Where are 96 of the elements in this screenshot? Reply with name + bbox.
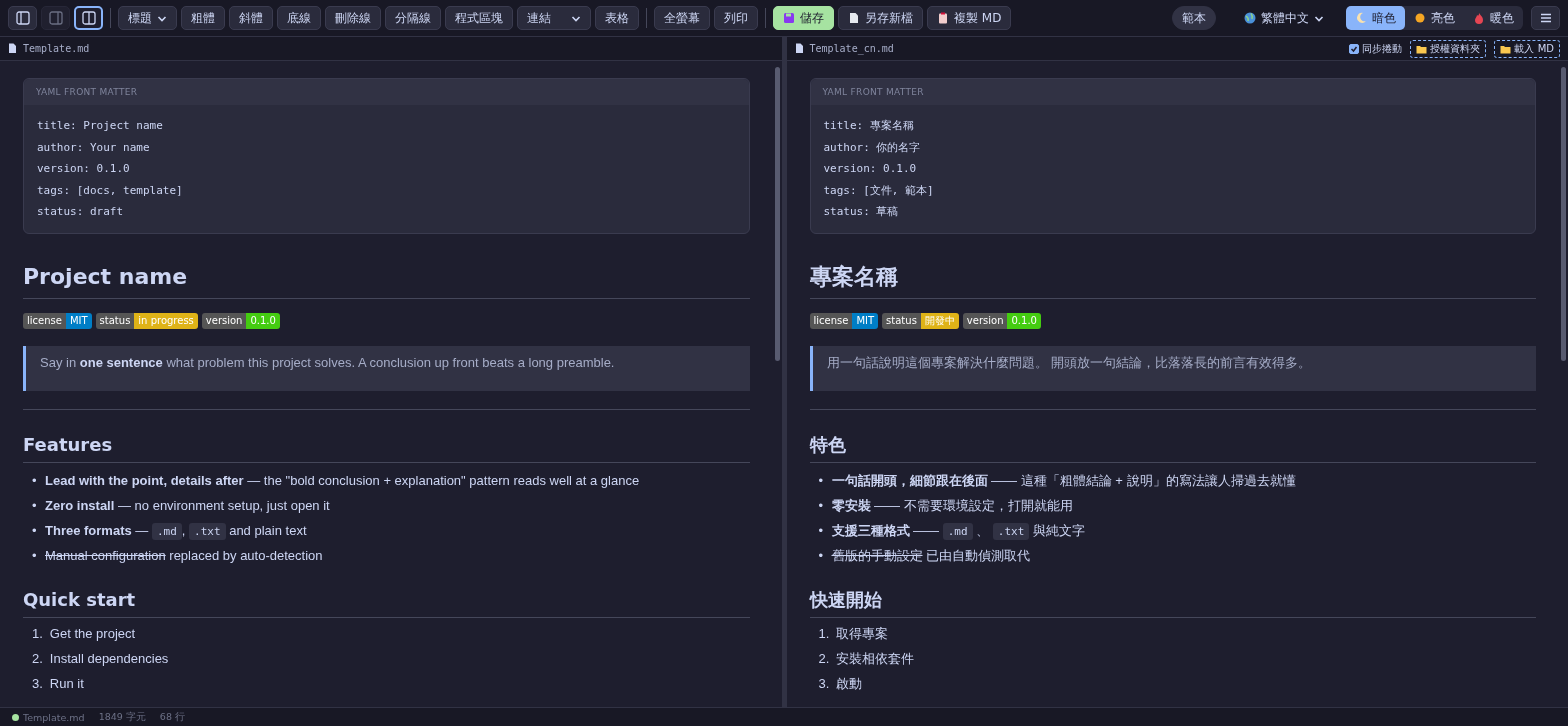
- page-heading: Project name: [23, 261, 750, 299]
- copy-button[interactable]: 複製 MD: [927, 6, 1012, 30]
- yaml-line: title: Project name: [37, 118, 164, 134]
- section-heading: 快速開始: [809, 586, 1536, 618]
- list-item: Lead with the point, details after — the "bold conclusion + explanation" pattern reads well at a glance: [45, 471, 640, 490]
- dropdown[interactable]: 連結: [517, 6, 591, 30]
- folder-button[interactable]: 授權資料夾: [1410, 39, 1487, 58]
- toolbar-button[interactable]: 粗體: [181, 6, 225, 30]
- list-marker: 3.: [32, 674, 43, 693]
- layout-button[interactable]: [74, 6, 103, 30]
- panel-layout-icon: [48, 11, 63, 25]
- yaml-line: tags: [docs, template]: [37, 182, 184, 199]
- list-marker: 3.: [818, 674, 830, 693]
- toolbar-button[interactable]: 表格: [595, 6, 639, 30]
- split-layout-icon: [81, 11, 96, 25]
- save-button[interactable]: 儲存: [773, 6, 834, 30]
- document-icon: [8, 43, 17, 54]
- list-marker: •: [32, 496, 38, 515]
- file-button[interactable]: 另存新檔: [838, 6, 923, 30]
- folder-icon: [1416, 43, 1428, 54]
- template-button[interactable]: 範本: [1172, 6, 1216, 30]
- flame-icon: [1473, 12, 1485, 24]
- yaml-line: status: draft: [37, 204, 125, 221]
- folder-button[interactable]: 載入 MD: [1494, 39, 1560, 58]
- yaml-line: status: 草稿: [823, 204, 900, 221]
- list-item: 零安裝 —— 不需要環境設定，打開就能用: [831, 496, 1073, 515]
- page-heading: 專案名稱: [809, 261, 1536, 299]
- list-marker: 1.: [32, 624, 43, 643]
- yaml-line: author: Your name: [37, 139, 151, 156]
- scrollbar-thumb[interactable]: [1561, 67, 1566, 361]
- dropdown[interactable]: 標題: [118, 6, 177, 30]
- menu-button[interactable]: [1531, 6, 1560, 30]
- yaml-line: title: 專案名稱: [823, 118, 915, 134]
- list-marker: •: [818, 546, 825, 565]
- list-item: Get the project: [49, 624, 136, 643]
- clipboard-icon: [937, 12, 949, 24]
- character-count: 1849 字元: [98, 710, 146, 724]
- file-name: Template.md: [23, 43, 90, 54]
- list-item: 舊版的手動設定 已由自動偵測取代: [831, 546, 1031, 565]
- section-heading: Quick start: [23, 586, 750, 618]
- list-marker: •: [32, 546, 38, 565]
- list-item: 啟動: [836, 674, 863, 693]
- list-item: Install dependencies: [49, 649, 169, 668]
- globe-icon: [1244, 12, 1256, 24]
- list-marker: •: [818, 521, 825, 540]
- toolbar-button[interactable]: 分隔線: [385, 6, 441, 30]
- sync-scroll-checkbox[interactable]: 同步捲動: [1349, 41, 1403, 56]
- blockquote: Say in one sentence what problem this project solves. A conclusion up front beats a long preamble.: [23, 345, 750, 391]
- list-item: 安裝相依套件: [836, 649, 915, 668]
- toolbar-button[interactable]: 列印: [714, 6, 758, 30]
- theme-tab[interactable]: 亮色: [1405, 6, 1464, 30]
- list-marker: •: [818, 496, 825, 515]
- status-dot-icon: [12, 713, 19, 721]
- theme-tab[interactable]: 暖色: [1464, 6, 1523, 30]
- sun-icon: [1414, 12, 1426, 24]
- language-dropdown[interactable]: 繁體中文: [1234, 6, 1334, 30]
- list-item: 支援三種格式 —— .md 、 .txt 與純文字: [831, 521, 1085, 540]
- list-marker: •: [32, 471, 38, 490]
- document-icon: [794, 43, 804, 54]
- theme-tab[interactable]: 暗色: [1346, 6, 1405, 30]
- checkmark-icon: [1350, 44, 1359, 53]
- list-item: Run it: [49, 674, 84, 693]
- toolbar-button[interactable]: 刪除線: [325, 6, 381, 30]
- line-count: 68 行: [159, 710, 185, 724]
- menu-icon: [1539, 13, 1552, 23]
- yaml-line: tags: [文件, 範本]: [823, 182, 935, 199]
- list-item: Manual configuration replaced by auto-detection: [45, 546, 323, 565]
- toolbar-button[interactable]: 全螢幕: [654, 6, 710, 30]
- layout-button[interactable]: [8, 6, 37, 30]
- toolbar-button[interactable]: 底線: [277, 6, 321, 30]
- list-marker: •: [818, 471, 825, 490]
- list-item: 一句話開頭，細節跟在後面 —— 這種「粗體結論 + 說明」的寫法讓人掃過去就懂: [831, 471, 1296, 490]
- moon-icon: [1355, 12, 1367, 24]
- scrollbar-thumb[interactable]: [774, 67, 780, 361]
- yaml-line: author: 你的名字: [823, 139, 922, 156]
- yaml-card-title: YAML FRONT MATTER: [822, 87, 924, 97]
- list-marker: •: [32, 521, 38, 540]
- yaml-line: version: 0.1.0: [37, 161, 131, 178]
- folder-icon: [1500, 43, 1512, 54]
- list-item: Three formats — .md , .txt and plain text: [45, 521, 307, 540]
- list-marker: 1.: [818, 624, 830, 643]
- yaml-card-title: YAML FRONT MATTER: [36, 87, 138, 97]
- blockquote: 用一句話說明這個專案解決什麼問題。 開頭放一句結論，比落落長的前言有效得多。: [809, 345, 1536, 391]
- list-marker: 2.: [818, 649, 830, 668]
- toolbar-button[interactable]: 斜體: [229, 6, 273, 30]
- document-icon: [848, 12, 860, 24]
- list-marker: 2.: [32, 649, 43, 668]
- list-item: Zero install — no environment setup, just open it: [45, 496, 330, 515]
- list-item: 取得專案: [836, 624, 889, 643]
- status-file-name: Template.md: [23, 711, 85, 723]
- section-heading: 特色: [809, 431, 1536, 463]
- yaml-line: version: 0.1.0: [823, 161, 918, 178]
- section-heading: Features: [23, 431, 750, 463]
- file-name: Template_cn.md: [809, 43, 894, 54]
- toolbar-button[interactable]: 程式區塊: [445, 6, 513, 30]
- sidebar-layout-icon: [15, 11, 30, 25]
